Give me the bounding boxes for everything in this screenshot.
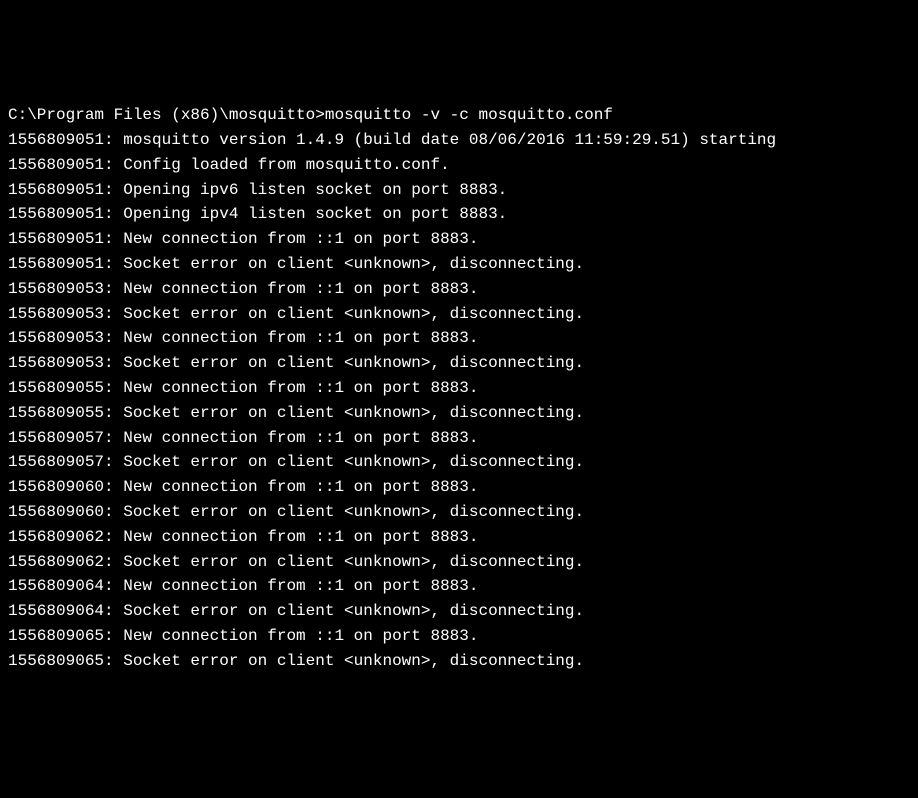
log-line: 1556809060: Socket error on client <unkn… [8, 500, 910, 525]
log-line: 1556809053: Socket error on client <unkn… [8, 351, 910, 376]
log-line: 1556809053: New connection from ::1 on p… [8, 326, 910, 351]
log-output: 1556809051: mosquitto version 1.4.9 (bui… [8, 128, 910, 674]
log-line: 1556809053: Socket error on client <unkn… [8, 302, 910, 327]
log-line: 1556809065: Socket error on client <unkn… [8, 649, 910, 674]
log-line: 1556809064: New connection from ::1 on p… [8, 574, 910, 599]
terminal-output: C:\Program Files (x86)\mosquitto>mosquit… [8, 103, 910, 673]
command-text: mosquitto -v -c mosquitto.conf [325, 106, 613, 124]
log-line: 1556809051: Config loaded from mosquitto… [8, 153, 910, 178]
log-line: 1556809051: New connection from ::1 on p… [8, 227, 910, 252]
log-line: 1556809051: Opening ipv4 listen socket o… [8, 202, 910, 227]
log-line: 1556809051: mosquitto version 1.4.9 (bui… [8, 128, 910, 153]
log-line: 1556809051: Opening ipv6 listen socket o… [8, 178, 910, 203]
log-line: 1556809057: New connection from ::1 on p… [8, 426, 910, 451]
log-line: 1556809065: New connection from ::1 on p… [8, 624, 910, 649]
log-line: 1556809053: New connection from ::1 on p… [8, 277, 910, 302]
log-line: 1556809055: Socket error on client <unkn… [8, 401, 910, 426]
command-prompt-line[interactable]: C:\Program Files (x86)\mosquitto>mosquit… [8, 103, 910, 128]
log-line: 1556809055: New connection from ::1 on p… [8, 376, 910, 401]
log-line: 1556809062: New connection from ::1 on p… [8, 525, 910, 550]
prompt-path: C:\Program Files (x86)\mosquitto> [8, 106, 325, 124]
log-line: 1556809062: Socket error on client <unkn… [8, 550, 910, 575]
log-line: 1556809051: Socket error on client <unkn… [8, 252, 910, 277]
log-line: 1556809057: Socket error on client <unkn… [8, 450, 910, 475]
log-line: 1556809064: Socket error on client <unkn… [8, 599, 910, 624]
log-line: 1556809060: New connection from ::1 on p… [8, 475, 910, 500]
